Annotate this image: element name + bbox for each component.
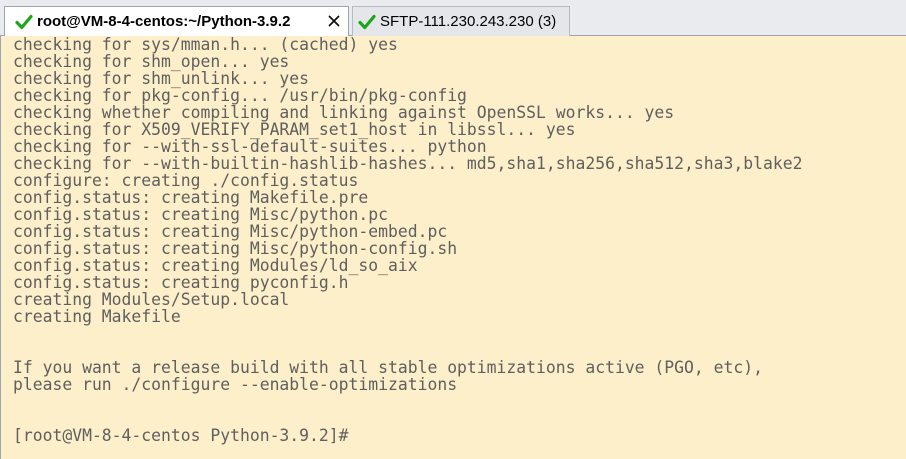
- terminal-line: checking for sys/mman.h... (cached) yes: [13, 36, 398, 54]
- terminal-line: creating Makefile: [13, 307, 181, 326]
- terminal-line: creating Modules/Setup.local: [13, 290, 290, 309]
- terminal-line: config.status: creating Misc/python-conf…: [13, 239, 458, 258]
- terminal-line: checking for X509_VERIFY_PARAM_set1_host…: [13, 120, 576, 139]
- terminal-prompt: [root@VM-8-4-centos Python-3.9.2]#: [13, 426, 349, 445]
- terminal-line: checking for shm_open... yes: [13, 52, 290, 71]
- terminal-line: configure: creating ./config.status: [13, 171, 359, 190]
- terminal-window: root@VM-8-4-centos:~/Python-3.9.2 SFTP-1…: [0, 0, 906, 459]
- terminal-line: config.status: creating Modules/ld_so_ai…: [13, 256, 418, 275]
- terminal-line: checking for shm_unlink... yes: [13, 69, 310, 88]
- tab-ssh-session[interactable]: root@VM-8-4-centos:~/Python-3.9.2: [4, 6, 349, 36]
- terminal-line: config.status: creating Misc/python-embe…: [13, 222, 448, 241]
- terminal-line: checking whether compiling and linking a…: [13, 103, 675, 122]
- tab-sftp-session[interactable]: SFTP-111.230.243.230 (3): [352, 6, 570, 36]
- terminal-line: If you want a release build with all sta…: [13, 358, 763, 377]
- terminal-line: config.status: creating pyconfig.h: [13, 273, 349, 292]
- terminal-line: checking for --with-ssl-default-suites..…: [13, 137, 487, 156]
- session-tab-bar: root@VM-8-4-centos:~/Python-3.9.2 SFTP-1…: [0, 0, 906, 36]
- close-icon[interactable]: [325, 12, 343, 30]
- tab-label: SFTP-111.230.243.230 (3): [380, 13, 557, 30]
- check-icon: [358, 14, 376, 29]
- tab-label: root@VM-8-4-centos:~/Python-3.9.2: [37, 13, 291, 30]
- terminal-line: please run ./configure --enable-optimiza…: [13, 375, 458, 394]
- terminal-line: checking for pkg-config... /usr/bin/pkg-…: [13, 86, 467, 105]
- terminal-line: config.status: creating Misc/python.pc: [13, 205, 388, 224]
- terminal-output[interactable]: checking for sys/mman.h... (cached) yes …: [0, 36, 906, 459]
- check-icon: [15, 14, 33, 29]
- terminal-line: checking for --with-builtin-hashlib-hash…: [13, 154, 803, 173]
- terminal-line: config.status: creating Makefile.pre: [13, 188, 369, 207]
